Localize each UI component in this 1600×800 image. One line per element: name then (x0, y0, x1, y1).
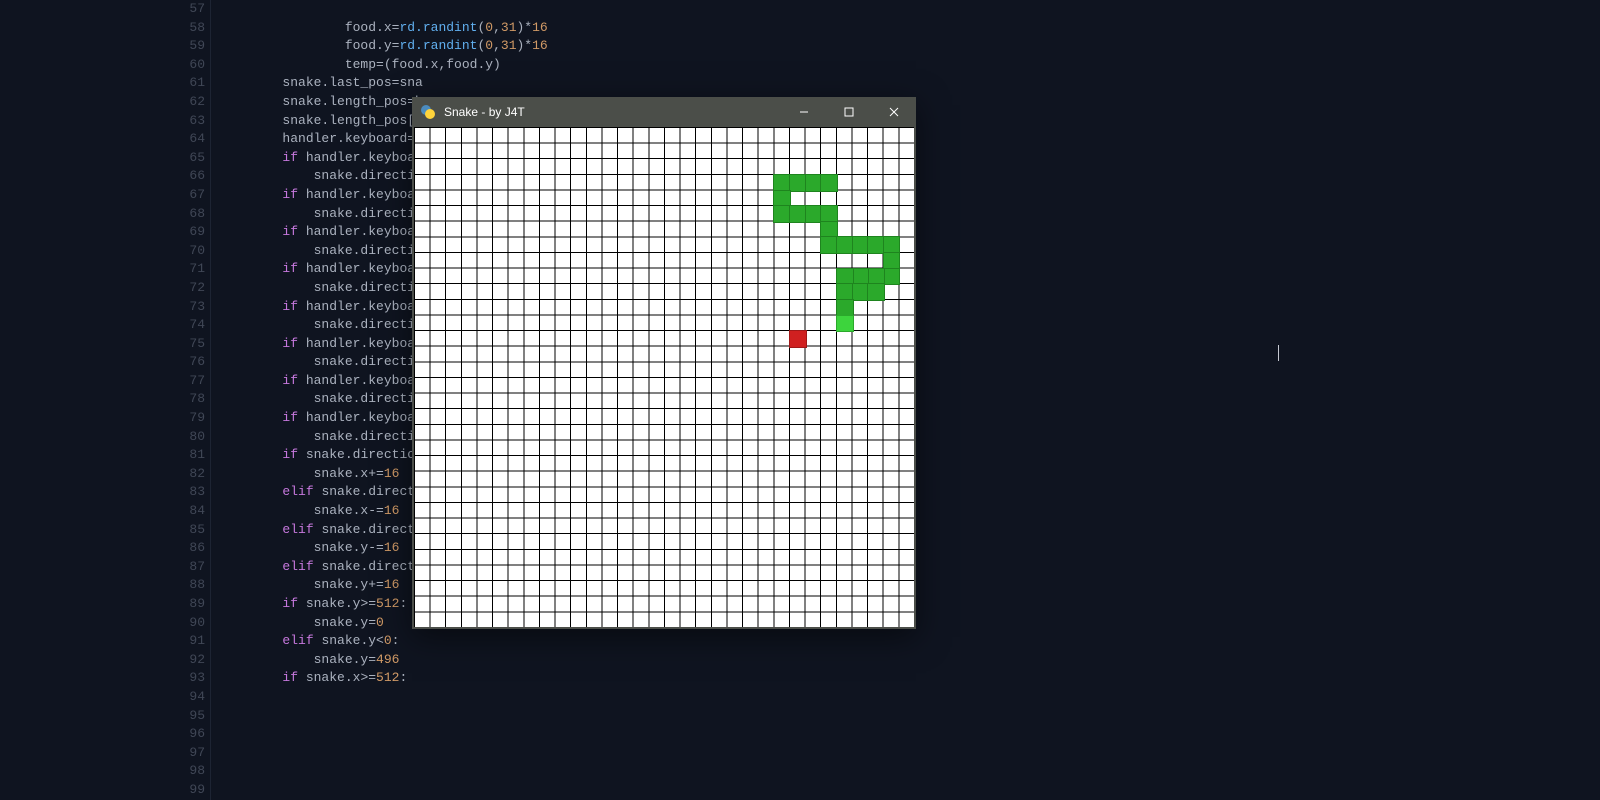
snake-body-cell (867, 283, 885, 301)
window-title: Snake - by J4T (444, 105, 781, 119)
game-canvas[interactable] (414, 127, 914, 627)
snake-body-cell (820, 174, 838, 192)
window-controls (781, 97, 916, 127)
minimize-button[interactable] (781, 97, 826, 127)
grid-overlay (414, 127, 914, 627)
snake-body-cell (883, 268, 901, 286)
close-button[interactable] (871, 97, 916, 127)
titlebar[interactable]: Snake - by J4T (412, 97, 916, 127)
maximize-button[interactable] (826, 97, 871, 127)
game-window[interactable]: Snake - by J4T (412, 97, 916, 629)
python-icon (420, 104, 436, 120)
line-numbers: 57 58 59 60 61 62 63 64 65 66 67 68 69 7… (165, 0, 205, 800)
text-cursor (1278, 345, 1279, 361)
snake-head-cell (836, 315, 854, 333)
food-cell (789, 330, 807, 348)
